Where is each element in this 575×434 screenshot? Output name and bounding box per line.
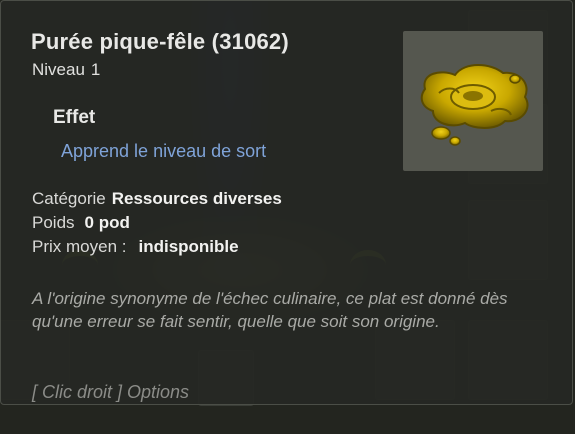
item-description: A l'origine synonyme de l'échec culinair… (32, 289, 508, 331)
category-row: Catégorie Ressources diverses (32, 189, 282, 209)
level-label: Niveau (32, 60, 85, 79)
price-value: indisponible (138, 237, 239, 256)
weight-label: Poids (32, 213, 75, 232)
item-image (403, 31, 543, 171)
category-label: Catégorie (32, 189, 106, 208)
right-click-options-hint: [ Clic droit ] Options (32, 382, 190, 402)
price-row: Prix moyen : indisponible (32, 237, 239, 257)
item-tooltip: Purée pique-fêle (31062) Niveau 1 Effet … (0, 0, 573, 405)
item-name: Purée pique-fêle (31062) (31, 29, 289, 54)
puree-blob-icon (420, 64, 529, 146)
level-value: 1 (90, 60, 101, 79)
weight-row: Poids 0 pod (32, 213, 130, 233)
weight-value: 0 pod (84, 213, 130, 232)
effect-heading: Effet (53, 107, 96, 128)
price-label: Prix moyen : (32, 237, 127, 256)
category-value: Ressources diverses (111, 189, 282, 208)
item-level: Niveau 1 (32, 60, 106, 80)
game-scene-background: Purée pique-fêle (31062) Niveau 1 Effet … (0, 0, 575, 434)
effect-line: Apprend le niveau de sort (61, 141, 267, 161)
